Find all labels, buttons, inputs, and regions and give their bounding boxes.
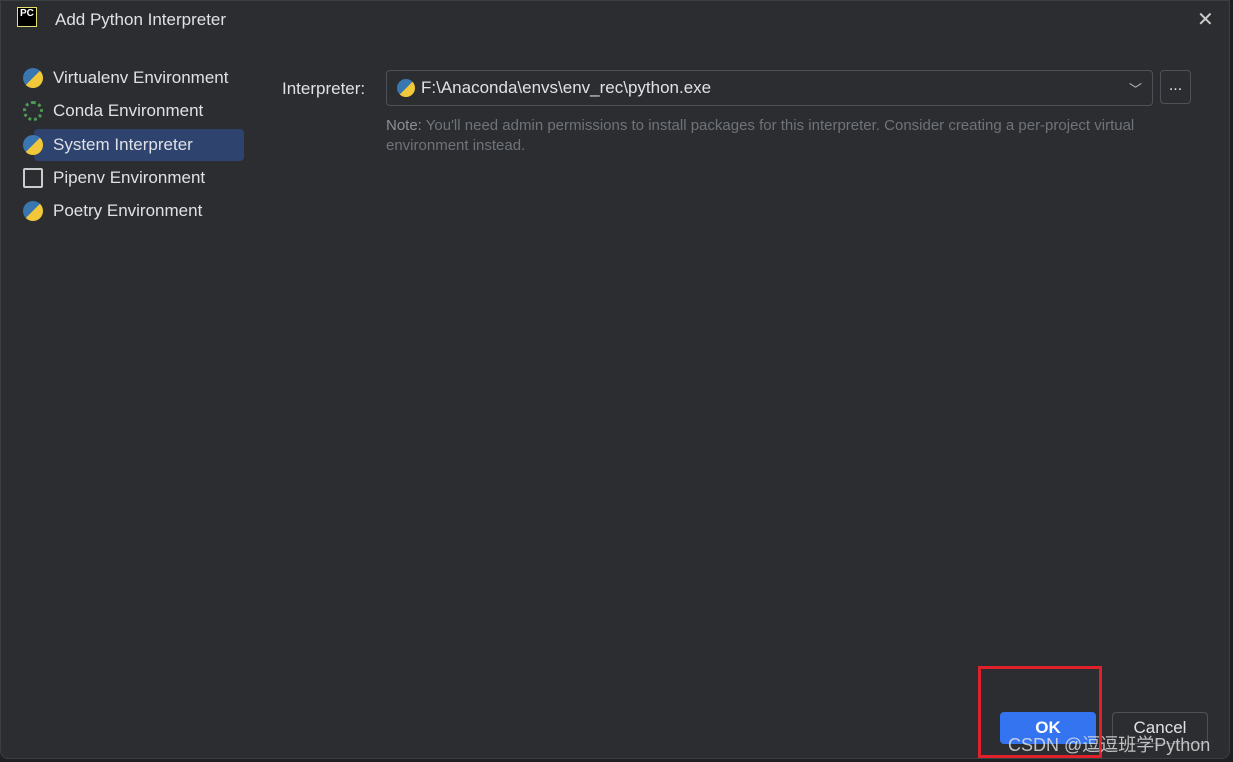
browse-button[interactable]: ... [1160,70,1191,104]
add-python-interpreter-dialog: PC Add Python Interpreter ✕ Virtualenv E… [0,0,1230,759]
admin-note: Note: You'll need admin permissions to i… [386,117,1135,154]
python-icon [397,79,415,97]
pycharm-logo-icon: PC [17,7,37,27]
python-icon [23,135,43,155]
sidebar-item-system-interpreter[interactable]: System Interpreter [23,129,244,161]
sidebar-item-virtualenv[interactable]: Virtualenv Environment [23,62,243,94]
sidebar-item-pipenv[interactable]: Pipenv Environment [23,162,243,194]
interpreter-value: F:\Anaconda\envs\env_rec\python.exe [421,78,712,97]
python-virtualenv-icon [23,68,43,88]
poetry-icon [23,201,43,221]
conda-icon [23,101,43,121]
close-icon[interactable]: ✕ [1197,7,1214,32]
pipenv-folder-icon [23,168,43,188]
interpreter-select[interactable]: F:\Anaconda\envs\env_rec\python.exe ﹀ [386,70,1153,106]
sidebar-item-poetry[interactable]: Poetry Environment [23,195,243,227]
interpreter-label: Interpreter: [282,79,366,98]
chevron-down-icon[interactable]: ﹀ [1129,79,1142,98]
watermark: CSDN @逗逗班学Python [1008,735,1211,755]
sidebar-item-conda[interactable]: Conda Environment [23,95,243,127]
dialog-title: Add Python Interpreter [55,10,227,29]
